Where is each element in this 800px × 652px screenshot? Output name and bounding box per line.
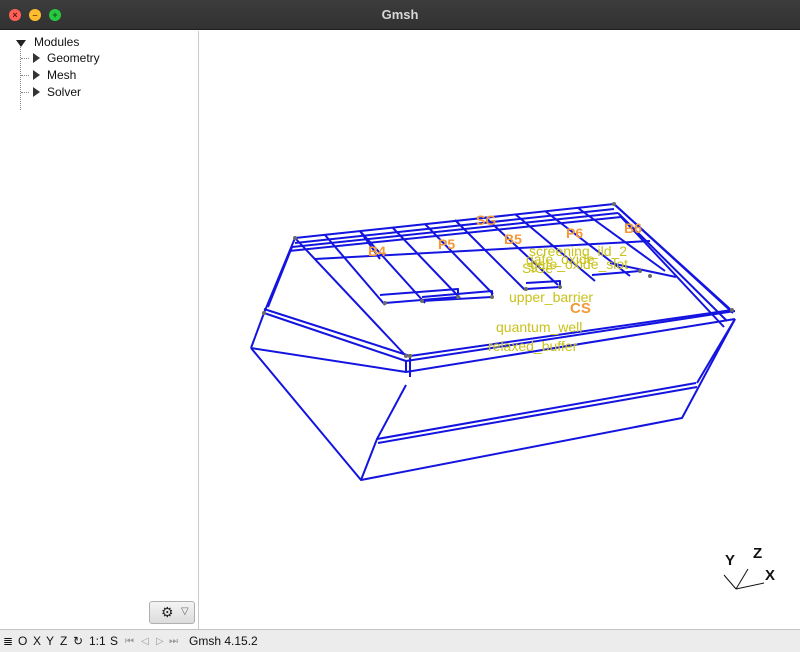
rotate-icon[interactable]: ↻: [73, 634, 83, 649]
previous-step-icon[interactable]: ◁: [141, 634, 149, 649]
scale-1-1-button[interactable]: 1:1: [89, 634, 106, 649]
menu-icon[interactable]: ≣: [3, 634, 13, 649]
tree-label-modules: Modules: [34, 35, 80, 49]
tree-item-mesh[interactable]: Mesh: [22, 67, 142, 83]
tree-item-geometry[interactable]: Geometry: [22, 50, 142, 66]
collapsed-triangle-icon[interactable]: [33, 70, 40, 80]
last-step-icon[interactable]: ⏭: [169, 634, 178, 649]
origin-button[interactable]: O: [18, 634, 27, 649]
tree-item-modules[interactable]: Modules: [10, 34, 130, 50]
label-p6: P6: [566, 225, 584, 241]
axis-label-x: X: [765, 567, 776, 584]
view-z-button[interactable]: Z: [60, 634, 67, 649]
label-sg: SG: [476, 212, 497, 228]
collapsed-triangle-icon[interactable]: [33, 87, 40, 97]
label-sige: SiGe: [522, 260, 554, 276]
label-quantum-well: quantum_well: [496, 319, 583, 335]
label-p5: P5: [438, 236, 456, 252]
select-button[interactable]: S: [110, 634, 118, 649]
tree-label-geometry: Geometry: [47, 51, 100, 65]
gmsh-window: × – + Gmsh Modules Geometry Mesh Solver …: [0, 0, 800, 652]
label-b5: B5: [504, 231, 522, 247]
expand-triangle-icon[interactable]: [16, 40, 26, 47]
options-menu-button[interactable]: ⚙ ▽: [149, 601, 195, 624]
label-relaxed-buffer: relaxed_buffer: [488, 338, 578, 354]
label-b6: B6: [624, 220, 642, 236]
tree-label-solver: Solver: [47, 85, 82, 99]
dropdown-arrow-icon: ▽: [181, 606, 189, 617]
axis-label-y: Y: [725, 552, 736, 569]
tree-connector: [20, 44, 21, 110]
title-bar: × – + Gmsh: [0, 0, 800, 30]
module-tree-panel: Modules Geometry Mesh Solver ⚙ ▽: [0, 31, 199, 629]
gear-icon: ⚙: [161, 604, 174, 620]
view-x-button[interactable]: X: [33, 634, 41, 649]
collapsed-triangle-icon[interactable]: [33, 53, 40, 63]
version-text: Gmsh 4.15.2: [189, 634, 258, 648]
window-title: Gmsh: [381, 7, 419, 22]
label-b4: B4: [368, 243, 386, 259]
play-icon[interactable]: ▷: [156, 634, 164, 649]
view-y-button[interactable]: Y: [46, 634, 54, 649]
axis-label-z: Z: [753, 545, 763, 562]
tree-item-solver[interactable]: Solver: [22, 84, 142, 100]
label-upper-barrier: upper_barrier: [509, 289, 594, 305]
first-step-icon[interactable]: ⏮: [125, 634, 134, 649]
status-bar: ≣ O X Y Z ↻ 1:1 S ⏮ ◁ ▷ ⏭ Gmsh 4.15.2: [0, 629, 800, 652]
graphics-viewport[interactable]: B4 P5 SG B5 P6 B6 CS screening_ild_2 gat…: [200, 31, 800, 629]
tree-label-mesh: Mesh: [47, 68, 77, 82]
